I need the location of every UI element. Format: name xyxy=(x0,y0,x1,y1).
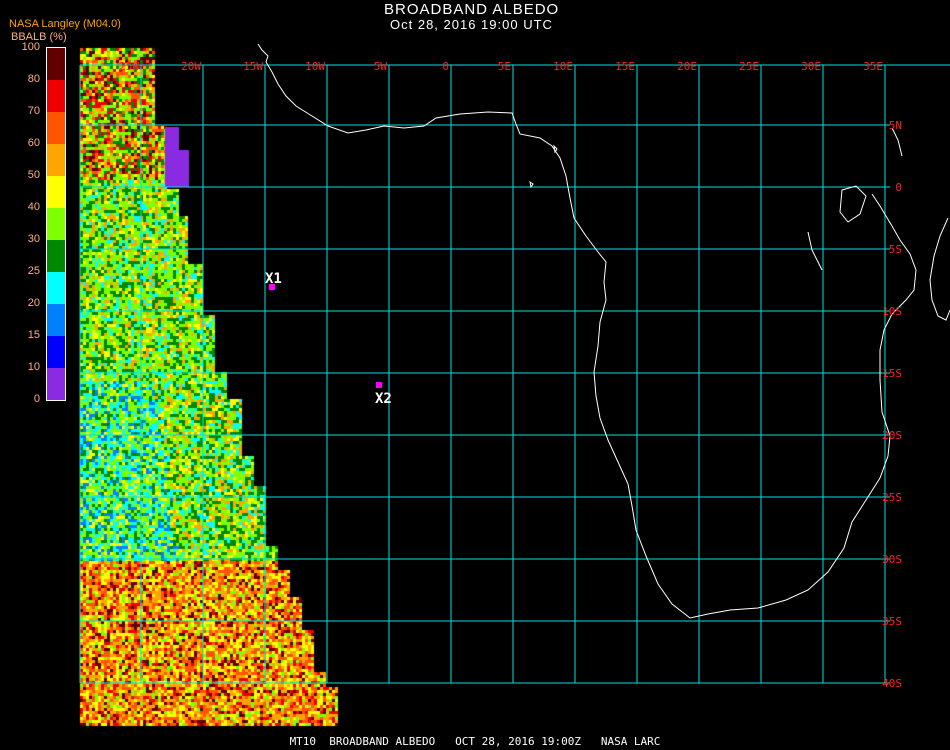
latitude-label: 35S xyxy=(882,615,902,628)
footer-caption: MT10 BROADBAND ALBEDO OCT 28, 2016 19:00… xyxy=(289,735,661,748)
africa-coastline xyxy=(257,43,917,619)
color-bar-segment xyxy=(47,112,65,144)
longitude-label: 25E xyxy=(739,60,759,73)
latitude-label: 40S xyxy=(882,677,902,690)
color-bar-tick: 30 xyxy=(27,233,40,245)
latitude-label: 10S xyxy=(882,305,902,318)
longitude-label: 25W xyxy=(119,60,139,73)
longitude-label: 35E xyxy=(863,60,883,73)
lat-lon-grid xyxy=(79,64,950,684)
latitude-label: 5S xyxy=(889,243,902,256)
color-bar-segment xyxy=(47,336,65,368)
latitude-label: 0 xyxy=(895,181,902,194)
latitude-label: 15S xyxy=(882,367,902,380)
color-bar-tick: 40 xyxy=(27,201,40,213)
latitude-label: 25S xyxy=(882,491,902,504)
color-bar-tick: 100 xyxy=(21,41,40,53)
map-title: BROADBAND ALBEDO xyxy=(384,1,560,18)
color-bar-tick: 60 xyxy=(27,137,40,149)
color-bar-segment xyxy=(47,208,65,240)
color-bar-tick: 15 xyxy=(27,329,40,341)
color-bar-segment xyxy=(47,144,65,176)
marker-x2-label: X2 xyxy=(375,391,392,407)
bioko-island xyxy=(529,144,558,189)
latitude-label: 30S xyxy=(882,553,902,566)
longitude-label: 5W xyxy=(374,60,388,73)
longitude-label: 0 xyxy=(442,60,449,73)
longitude-label: 15E xyxy=(615,60,635,73)
map-overlay: 25W 20W 15W 10W 5W 0 5E 10E 15E 20E 25E 30E 35E 5N 0 5… xyxy=(79,43,950,690)
color-bar-segment xyxy=(47,368,65,400)
lake-turkana xyxy=(891,127,903,157)
marker-x2[interactable] xyxy=(376,382,382,388)
lake-victoria xyxy=(839,185,867,223)
color-bar-tick: 50 xyxy=(27,169,40,181)
color-bar-tick: 80 xyxy=(27,73,40,85)
lake-tanganyika xyxy=(807,231,823,271)
source-label: NASA Langley (M04.0) xyxy=(9,18,121,30)
color-bar-tick: 25 xyxy=(27,265,40,277)
map-datetime: Oct 28, 2016 19:00 UTC xyxy=(390,17,553,32)
madagascar-coastline xyxy=(929,217,950,321)
color-bar-segment xyxy=(47,176,65,208)
longitude-label: 10W xyxy=(305,60,325,73)
color-bar xyxy=(46,47,66,401)
color-bar-tick: 70 xyxy=(27,105,40,117)
color-bar-tick: 20 xyxy=(27,297,40,309)
longitude-label: 5E xyxy=(498,60,511,73)
longitude-label: 30E xyxy=(801,60,821,73)
longitude-label: 20E xyxy=(677,60,697,73)
color-bar-segment xyxy=(47,240,65,272)
color-bar-tick: 10 xyxy=(27,361,40,373)
longitude-label: 15W xyxy=(243,60,263,73)
color-bar-tick: 0 xyxy=(33,393,40,405)
latitude-label: 20S xyxy=(882,429,902,442)
color-bar-segment xyxy=(47,272,65,304)
longitude-label: 20W xyxy=(181,60,201,73)
color-bar-segment xyxy=(47,304,65,336)
longitude-label: 10E xyxy=(553,60,573,73)
marker-x1-label: X1 xyxy=(265,271,282,287)
color-bar-segment xyxy=(47,48,65,80)
latitude-label: 5N xyxy=(889,119,902,132)
color-bar-segment xyxy=(47,80,65,112)
